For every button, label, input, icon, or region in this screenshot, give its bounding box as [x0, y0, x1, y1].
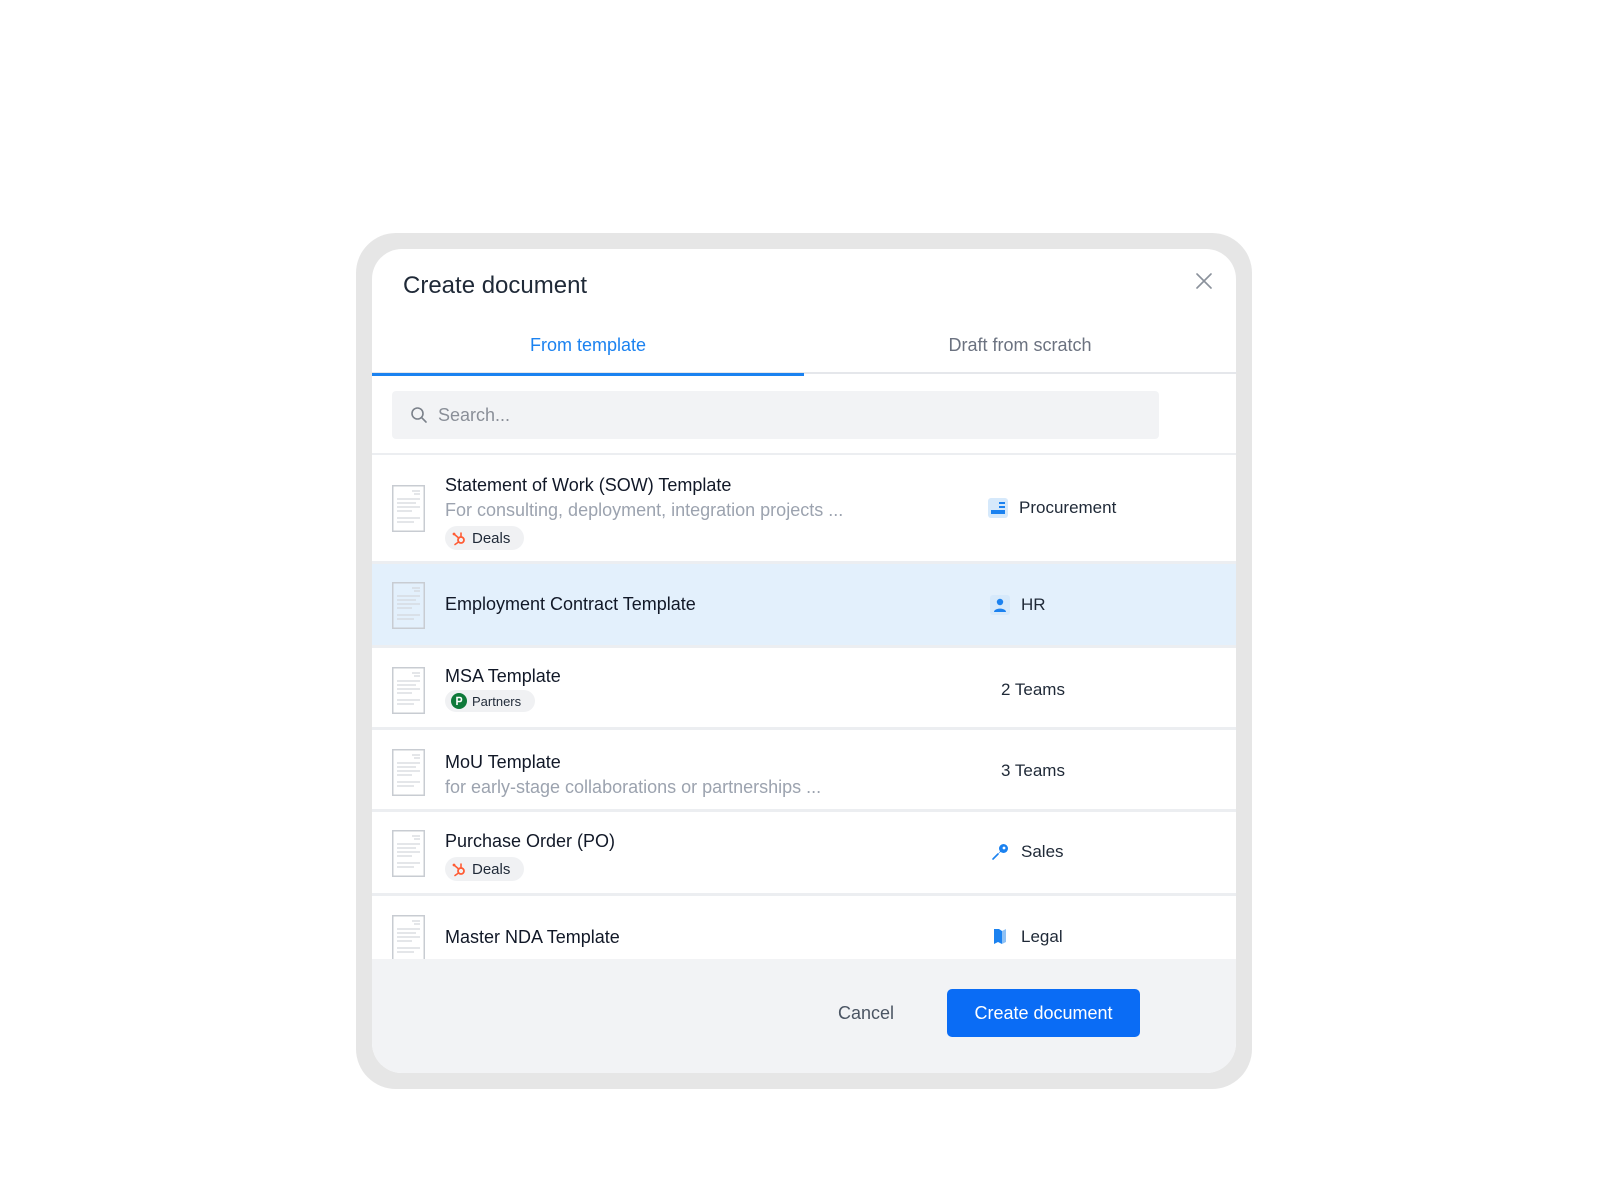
template-info: MoU Template for early-stage collaborati… — [445, 752, 821, 798]
template-row-employment[interactable]: Employment Contract Template HR — [372, 564, 1236, 648]
hubspot-icon — [451, 861, 467, 877]
search-input[interactable] — [438, 404, 1118, 426]
template-info: Employment Contract Template — [445, 594, 696, 615]
tab-from-template[interactable]: From template — [372, 316, 804, 376]
template-description: For consulting, deployment, integration … — [445, 500, 844, 520]
team-label: 3 Teams — [1001, 761, 1065, 780]
search-icon — [410, 406, 428, 424]
template-name: Purchase Order (PO) — [445, 831, 616, 851]
document-icon — [392, 667, 425, 714]
tab-bar: From template Draft from scratch — [372, 316, 1236, 376]
integration-badge: Deals — [445, 526, 525, 550]
template-row-sow[interactable]: Statement of Work (SOW) Template For con… — [372, 455, 1236, 564]
search-section — [372, 374, 1236, 455]
team-label: Procurement — [988, 498, 1116, 518]
badge-label: Deals — [472, 860, 511, 878]
template-info: Statement of Work (SOW) Template For con… — [445, 475, 843, 551]
integration-badge: Deals — [445, 857, 525, 881]
hubspot-icon — [451, 530, 467, 546]
tab-draft-from-scratch[interactable]: Draft from scratch — [804, 316, 1236, 374]
template-info: Master NDA Template — [445, 927, 620, 948]
team-label: 2 Teams — [1001, 680, 1065, 699]
badge-label: Partners — [472, 693, 522, 709]
create-document-button[interactable]: Create document — [947, 989, 1140, 1037]
template-row-msa[interactable]: MSA Template Partners 2 Teams — [372, 648, 1236, 730]
team-label: Legal — [990, 927, 1063, 947]
book-icon — [990, 927, 1010, 947]
close-icon — [1196, 273, 1212, 289]
template-info: MSA Template Partners — [445, 666, 561, 714]
document-icon — [392, 749, 425, 796]
document-icon — [392, 830, 425, 877]
cancel-button[interactable]: Cancel — [838, 989, 894, 1037]
badge-label: Deals — [472, 529, 511, 547]
partners-icon — [451, 693, 467, 709]
create-document-dialog: Create document From template Draft from… — [372, 249, 1236, 1073]
team-label: Sales — [990, 842, 1064, 862]
rocket-icon — [990, 842, 1010, 862]
dialog-footer: Cancel Create document — [372, 959, 1236, 1073]
integration-badge: Partners — [445, 690, 536, 712]
template-name: Employment Contract Template — [445, 594, 696, 614]
search-box — [392, 391, 1159, 439]
person-icon — [990, 595, 1010, 615]
document-icon — [392, 485, 425, 532]
template-list: Statement of Work (SOW) Template For con… — [372, 455, 1236, 978]
document-icon — [392, 915, 425, 962]
template-name: Master NDA Template — [445, 927, 620, 947]
template-row-mou[interactable]: MoU Template for early-stage collaborati… — [372, 730, 1236, 812]
template-name: MoU Template — [445, 752, 561, 772]
template-info: Purchase Order (PO) Deals — [445, 831, 615, 882]
document-icon — [392, 582, 425, 629]
procurement-icon — [988, 498, 1008, 518]
dialog-title: Create document — [403, 272, 588, 299]
template-row-po[interactable]: Purchase Order (PO) Deals Sales — [372, 812, 1236, 896]
team-label: HR — [990, 595, 1046, 615]
close-button[interactable] — [1194, 271, 1214, 291]
template-name: MSA Template — [445, 666, 561, 686]
template-name: Statement of Work (SOW) Template — [445, 475, 732, 495]
template-description: for early-stage collaborations or partne… — [445, 777, 822, 797]
